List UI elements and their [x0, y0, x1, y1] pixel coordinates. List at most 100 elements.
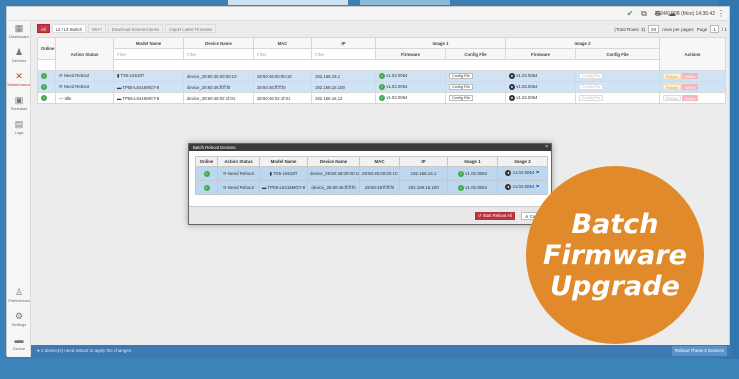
device-table: Online Action Status Model Name Device N… [37, 37, 727, 104]
sidebar-item-dashboard[interactable]: ▦ Dashboard [7, 21, 31, 45]
image2: ● v1.02.0064 ⚑ [497, 166, 548, 181]
col-ip[interactable]: IP [311, 37, 376, 49]
online-status-icon: ✓ [203, 184, 210, 191]
col-firmware-2: Firmware [505, 48, 577, 60]
col-action-status[interactable]: Action Status [55, 37, 114, 71]
sidebar-item-preferences[interactable]: ♙ Preferences [7, 285, 31, 309]
total-rows: (Total Rows: 3) [614, 26, 646, 32]
disc-icon: ● [509, 73, 516, 79]
online-status-icon: ✓ [203, 170, 210, 177]
check-icon: ✓ [458, 184, 465, 191]
config-1[interactable]: Config File [444, 81, 507, 93]
filter-device-name[interactable]: Filter [183, 48, 254, 60]
action-status: ⟳ Need Reboot [55, 70, 114, 82]
filter-row: Filter Filter Filter Filter Firmware Con… [38, 48, 726, 60]
delete-button[interactable]: Delete [681, 84, 699, 90]
col-device-name[interactable]: Device Name [183, 37, 254, 49]
model-name: ▮ TS5-L5618T [113, 70, 184, 82]
table-row[interactable]: ✓ ⟳ Need Reboot ▬ TP55-L5416MGT-8 device… [37, 81, 727, 93]
network-icon[interactable]: ⧉ [639, 9, 649, 19]
ip: 192.168.16.100 [311, 81, 376, 93]
col-model-name[interactable]: Model Name [113, 37, 184, 49]
ip: 192.168.16.12 [311, 92, 376, 104]
filter-online[interactable] [37, 59, 56, 71]
dialog-footer: ↺ Start Reboot All ⊘ Cancel [189, 206, 551, 224]
filter-mac[interactable]: Filter [253, 48, 312, 60]
mac: 28:60:46:ff:ff:f0 [359, 180, 400, 195]
config-2[interactable]: Config File [575, 70, 661, 82]
dlg-col-device-name: Device Name [307, 156, 360, 167]
config-2[interactable]: Config File [575, 81, 661, 93]
start-reboot-all-button[interactable]: ↺ Start Reboot All [475, 212, 515, 220]
status-message: 2 device(s) need reboot to apply the cha… [40, 348, 133, 353]
device-name: device_28:60:46:02:1f:01 [183, 92, 254, 104]
online-status-icon: ✓ [41, 73, 47, 79]
tab-l2-l3-switch[interactable]: L2 / L3 Switch [51, 24, 86, 33]
firmware-1: ✓ v1.02.0064 [375, 92, 446, 104]
delete-button[interactable]: Delete [681, 73, 699, 79]
reboot-button[interactable]: Reboot [663, 95, 681, 101]
sidebar-item-devices[interactable]: ♟ Devices [7, 45, 31, 69]
sidebar-item-settings[interactable]: ⚙ Settings [7, 309, 31, 333]
disc-icon: ● [509, 95, 516, 101]
sidebar-item-schedule[interactable]: ▣ Schedule [7, 93, 31, 117]
model-name: ▬ TP55-L5416MGT-8 [259, 180, 308, 195]
delete-button[interactable]: Delete [681, 95, 699, 101]
config-1[interactable]: Config File [444, 70, 507, 82]
close-icon[interactable]: × [545, 144, 548, 151]
dialog-row: ✓ ⟳ Need Reboot ▮ TS5-L5618T device_28:6… [195, 166, 548, 181]
filter-model[interactable]: Filter [113, 48, 184, 60]
col-image1: Image 1 [374, 37, 507, 49]
sidebar-item-label: Settings [11, 322, 27, 327]
mac: 28:60:46:00:00:10 [359, 166, 400, 181]
dialog-header-row: Online Action Status Model Name Device N… [195, 156, 548, 167]
firmware-1: ✓ v1.02.0064 [375, 81, 446, 93]
ip: 192.168.16.1 [399, 166, 448, 181]
sidebar-item-maintenance[interactable]: ✕ Maintenance [7, 69, 31, 93]
col-online[interactable]: Online [37, 37, 56, 60]
more-menu-icon[interactable]: ⋮ [717, 9, 725, 18]
dlg-col-online: Online [195, 156, 218, 167]
reboot-button[interactable]: Reboot [663, 73, 681, 79]
import-firmware-button[interactable]: Import Latest Firmware [165, 24, 217, 33]
col-mac[interactable]: MAC [253, 37, 312, 49]
sidebar-item-label: Device [12, 346, 26, 351]
reboot-button[interactable]: Reboot [663, 84, 681, 90]
row-actions: Reboot Delete [659, 92, 727, 104]
flag-icon: ⚑ [535, 184, 540, 190]
lightbulb-icon: ♙ [14, 287, 24, 297]
tab-all[interactable]: All [37, 24, 50, 33]
device-name: device_28:60:46:00:00:10 [307, 166, 360, 181]
background-strip-2 [360, 0, 450, 5]
table-row[interactable]: ✓ — Idle ▬ TP55-L5416MGT-8 device_28:60:… [37, 92, 727, 104]
reboot-these-devices-button[interactable]: Reboot These 2 Devices [671, 346, 727, 356]
firmware-1: ✓ v1.02.0064 [375, 70, 446, 82]
device-name: device_28:60:46:ff:ff:f0 [183, 81, 254, 93]
status-bar: ● 2 device(s) need reboot to apply the c… [31, 345, 731, 357]
sidebar: ▦ Dashboard ♟ Devices ✕ Maintenance ▣ Sc… [7, 21, 31, 357]
calendar-icon: ▣ [14, 95, 24, 105]
sidebar-item-label: Preferences [8, 298, 30, 303]
filter-ip[interactable]: Filter [311, 48, 376, 60]
tools-icon: ✕ [15, 71, 23, 81]
datetime: 2024/07/08 (Mon) 14:36:42 [654, 11, 715, 17]
firmware-2: ● v1.02.0064 [505, 81, 577, 93]
check-circle-icon[interactable]: ✔ [625, 9, 635, 19]
config-1[interactable]: Config File [444, 92, 507, 104]
sidebar-item-device[interactable]: ▬ Device [7, 333, 31, 357]
device-name: device_28:60:46:ff:ff:f0 [307, 180, 360, 195]
tab-wifi[interactable]: Wi-Fi [87, 24, 106, 33]
dialog-title: Batch Reboot Devices [189, 144, 551, 151]
sidebar-item-logs[interactable]: ▤ Logs [7, 117, 31, 141]
devices-icon: ♟ [14, 47, 24, 57]
download-selected-button[interactable]: Download Selected Items [107, 24, 164, 33]
config-2[interactable]: Config File [575, 92, 661, 104]
action-status: — Idle [55, 92, 114, 104]
table-row[interactable]: ✓ ⟳ Need Reboot ▮ TS5-L5618T device_28:6… [37, 70, 727, 82]
action-status: ⟳ Need Reboot [217, 180, 260, 195]
dlg-col-mac: MAC [359, 156, 400, 167]
rows-per-page-select[interactable]: 20 [648, 25, 660, 33]
page-select[interactable]: 1 [710, 25, 719, 33]
table-header-row: Online Action Status Model Name Device N… [37, 37, 727, 71]
device-name: device_28:60:46:00:00:10 [183, 70, 254, 82]
